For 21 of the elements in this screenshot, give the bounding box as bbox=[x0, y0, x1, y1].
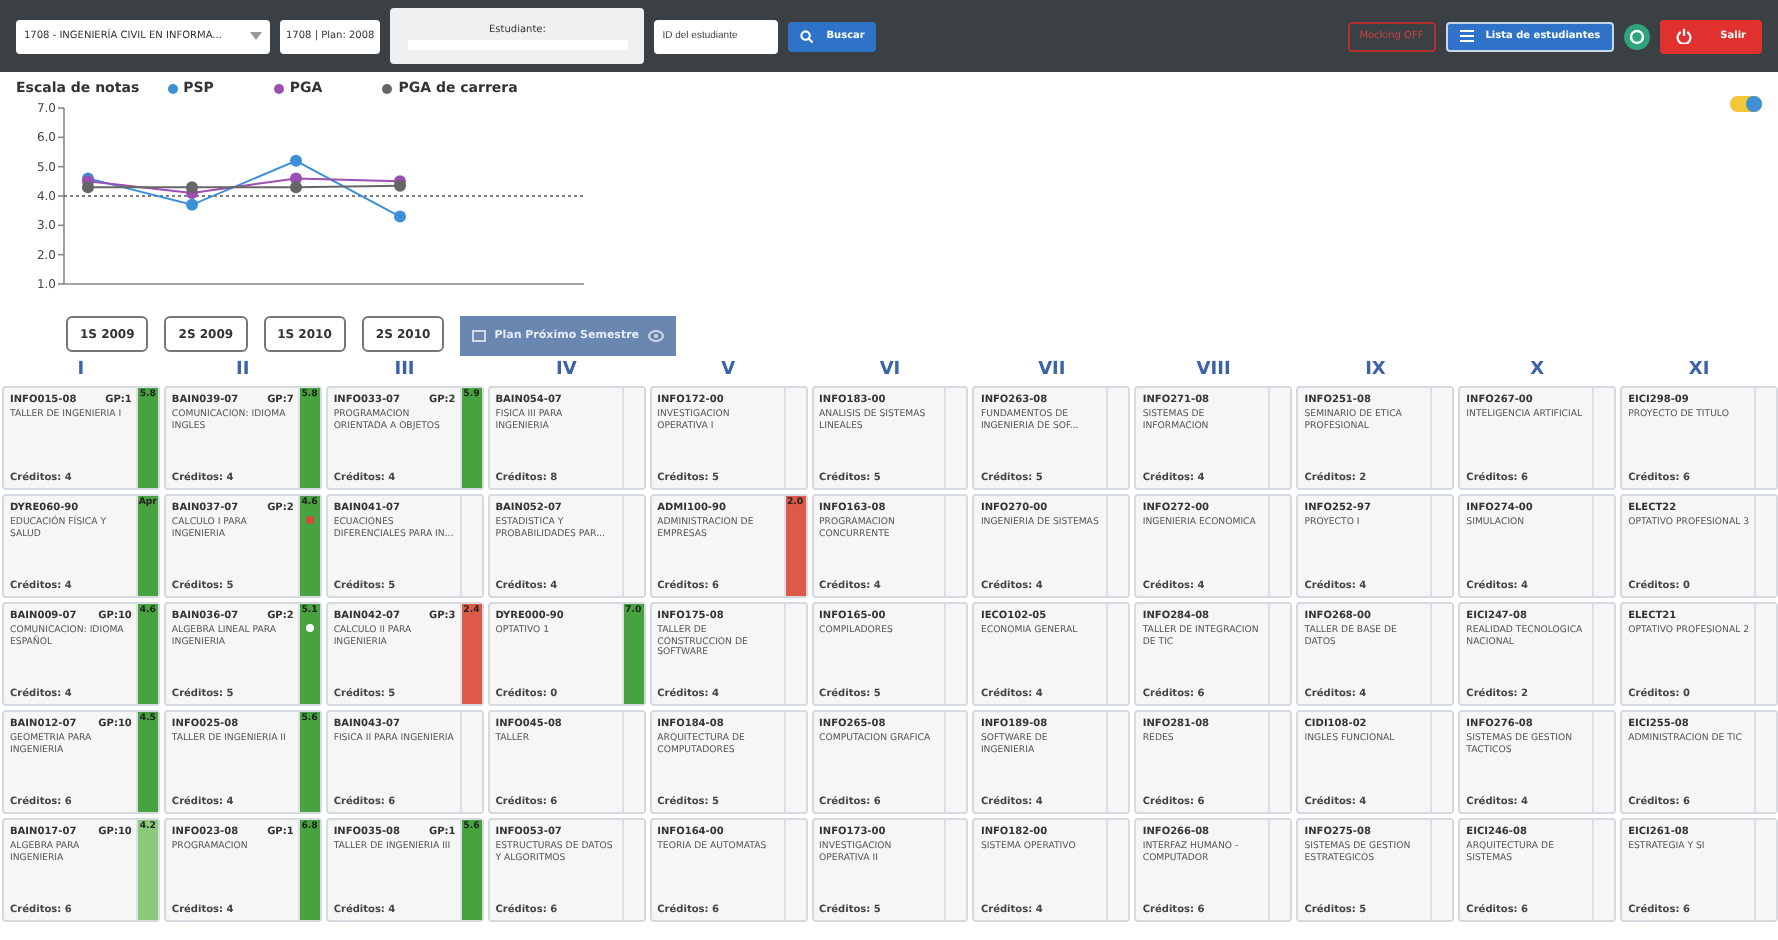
semester-heading: III bbox=[392, 358, 417, 382]
eye-icon bbox=[647, 330, 664, 342]
semester-heading: X bbox=[1528, 358, 1547, 382]
semester-heading: I bbox=[75, 358, 87, 382]
semester-heading: VIII bbox=[1194, 358, 1233, 382]
semester-heading: V bbox=[719, 358, 738, 382]
list-icon bbox=[1459, 30, 1474, 42]
semester-heading: XI bbox=[1686, 358, 1712, 382]
power-icon bbox=[1676, 28, 1693, 44]
help-icon[interactable] bbox=[1624, 23, 1651, 49]
data-point bbox=[394, 210, 406, 223]
semester-heading: VI bbox=[877, 358, 903, 382]
square-icon bbox=[472, 330, 487, 342]
semester-heading: IX bbox=[1363, 358, 1388, 382]
data-point bbox=[290, 154, 302, 167]
toggle-switch[interactable] bbox=[1730, 96, 1762, 112]
caret-icon bbox=[250, 32, 262, 40]
search-icon bbox=[800, 29, 815, 43]
semester-heading: IV bbox=[554, 358, 579, 382]
semester-heading: II bbox=[234, 358, 252, 382]
semester-heading: VII bbox=[1036, 358, 1068, 382]
